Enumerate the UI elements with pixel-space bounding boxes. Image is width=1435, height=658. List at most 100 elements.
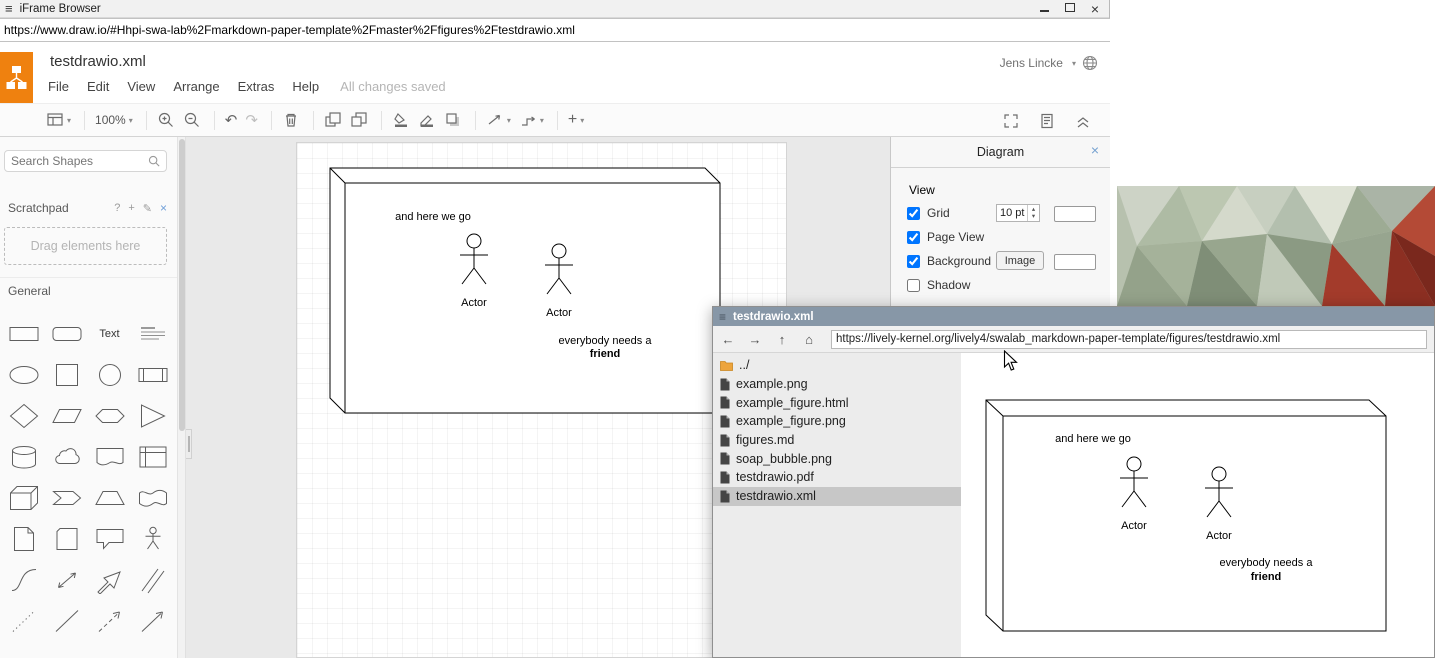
menu-file[interactable]: File (48, 79, 69, 94)
fit-page-button[interactable] (1002, 110, 1020, 132)
zoom-level-dropdown[interactable]: 100% ▾ (95, 109, 133, 131)
tab-diagram[interactable]: Diagram (977, 145, 1024, 159)
file-row-parent[interactable]: ../ (713, 356, 961, 375)
hamburger-icon[interactable]: ≡ (719, 311, 726, 323)
actor-right-label[interactable]: Actor (546, 307, 572, 319)
shape-note[interactable] (2, 518, 45, 559)
hamburger-icon[interactable]: ≡ (5, 2, 13, 15)
address-bar-input[interactable] (0, 18, 1110, 42)
undo-button[interactable]: ↶ (225, 109, 238, 131)
close-icon[interactable]: × (1091, 143, 1099, 157)
shape-card[interactable] (45, 518, 88, 559)
close-button[interactable]: × (1091, 4, 1099, 14)
shape-diamond[interactable] (2, 395, 45, 436)
back-button[interactable]: ← (720, 333, 736, 346)
shape-step[interactable] (45, 477, 88, 518)
add-icon[interactable]: + (128, 202, 134, 214)
shape-cloud[interactable] (45, 436, 88, 477)
menu-extras[interactable]: Extras (238, 79, 275, 94)
shape-dotted-line[interactable] (2, 600, 45, 641)
file-window-titlebar[interactable]: ≡ testdrawio.xml (713, 307, 1434, 326)
zoom-out-button[interactable] (183, 109, 201, 131)
file-row[interactable]: soap_bubble.png (713, 449, 961, 468)
file-row[interactable]: example.png (713, 375, 961, 394)
grid-checkbox[interactable] (907, 207, 920, 220)
grid-color-swatch[interactable] (1054, 206, 1096, 222)
to-back-button[interactable] (350, 109, 368, 131)
forward-button[interactable]: → (747, 333, 763, 346)
fill-color-button[interactable] (392, 109, 410, 131)
shape-document[interactable] (88, 436, 131, 477)
menu-help[interactable]: Help (292, 79, 319, 94)
shape-rounded-rectangle[interactable] (45, 313, 88, 354)
shape-cube[interactable] (2, 477, 45, 518)
background-color-swatch[interactable] (1054, 254, 1096, 270)
image-button[interactable]: Image (996, 251, 1044, 270)
close-icon[interactable]: × (160, 201, 167, 215)
stepper-icons[interactable]: ▴▾ (1027, 205, 1039, 221)
file-row[interactable]: testdrawio.pdf (713, 468, 961, 487)
shape-rectangle[interactable] (2, 313, 45, 354)
shadow-checkbox[interactable] (907, 279, 920, 292)
minimize-button[interactable] (1040, 3, 1049, 15)
file-row[interactable]: example_figure.png (713, 412, 961, 431)
shape-tape[interactable] (131, 477, 174, 518)
help-icon[interactable]: ? (114, 202, 120, 214)
zoom-in-button[interactable] (157, 109, 175, 131)
shape-actor[interactable] (131, 518, 174, 559)
shape-square[interactable] (45, 354, 88, 395)
shape-circle[interactable] (88, 354, 131, 395)
note-text-line1[interactable]: everybody needs a (559, 335, 653, 347)
page-view-button[interactable]: ▾ (46, 109, 71, 131)
account-menu[interactable]: Jens Lincke ▾ (1000, 55, 1098, 71)
to-front-button[interactable] (324, 109, 342, 131)
shape-ellipse[interactable] (2, 354, 45, 395)
shape-double-line[interactable] (131, 559, 174, 600)
shape-arrow[interactable] (131, 600, 174, 641)
sidebar-scrollbar[interactable] (178, 137, 186, 658)
collapse-toolbar-button[interactable] (1074, 110, 1092, 132)
file-row-selected[interactable]: testdrawio.xml (713, 487, 961, 506)
shape-hexagon[interactable] (88, 395, 131, 436)
general-section-header[interactable]: General (8, 284, 51, 298)
caption-text[interactable]: and here we go (395, 211, 471, 223)
actor-left-label[interactable]: Actor (461, 297, 487, 309)
note-text-line2[interactable]: friend (590, 348, 621, 360)
shape-text[interactable]: Text (88, 313, 131, 354)
scratchpad-dropzone[interactable]: Drag elements here (4, 227, 167, 265)
scrollbar-thumb[interactable] (179, 139, 185, 431)
step-up-icon[interactable]: ▴ (1032, 206, 1035, 213)
shape-process[interactable] (131, 354, 174, 395)
format-panel-toggle-button[interactable] (1038, 110, 1056, 132)
file-row[interactable]: example_figure.html (713, 393, 961, 412)
search-input[interactable] (11, 154, 148, 168)
shape-bidirectional-arrow[interactable] (45, 559, 88, 600)
window-titlebar[interactable]: ≡ iFrame Browser × (0, 0, 1109, 18)
shape-curve[interactable] (2, 559, 45, 600)
shape-callout[interactable] (88, 518, 131, 559)
page-view-checkbox[interactable] (907, 231, 920, 244)
redo-button[interactable]: ↷ (245, 109, 258, 131)
menu-view[interactable]: View (127, 79, 155, 94)
shadow-button[interactable] (444, 109, 462, 131)
sidebar-splitter-handle[interactable] (186, 429, 192, 459)
shape-dashed-arrow[interactable] (88, 600, 131, 641)
step-down-icon[interactable]: ▾ (1032, 213, 1035, 220)
maximize-button[interactable] (1065, 3, 1075, 15)
menu-edit[interactable]: Edit (87, 79, 109, 94)
edit-icon[interactable]: ✎ (143, 202, 152, 215)
grid-size-input[interactable]: 10 pt ▴▾ (996, 204, 1040, 222)
shape-triangle[interactable] (131, 395, 174, 436)
delete-button[interactable] (282, 109, 300, 131)
shape-trapezoid[interactable] (88, 477, 131, 518)
shape-parallelogram[interactable] (45, 395, 88, 436)
file-row[interactable]: figures.md (713, 431, 961, 450)
file-url-input[interactable] (831, 330, 1427, 349)
up-button[interactable]: ↑ (774, 333, 790, 346)
shape-internal-storage[interactable] (131, 436, 174, 477)
shape-cylinder[interactable] (2, 436, 45, 477)
background-checkbox[interactable] (907, 255, 920, 268)
shape-textbox[interactable] (131, 313, 174, 354)
line-color-button[interactable] (418, 109, 436, 131)
home-button[interactable]: ⌂ (801, 333, 817, 346)
